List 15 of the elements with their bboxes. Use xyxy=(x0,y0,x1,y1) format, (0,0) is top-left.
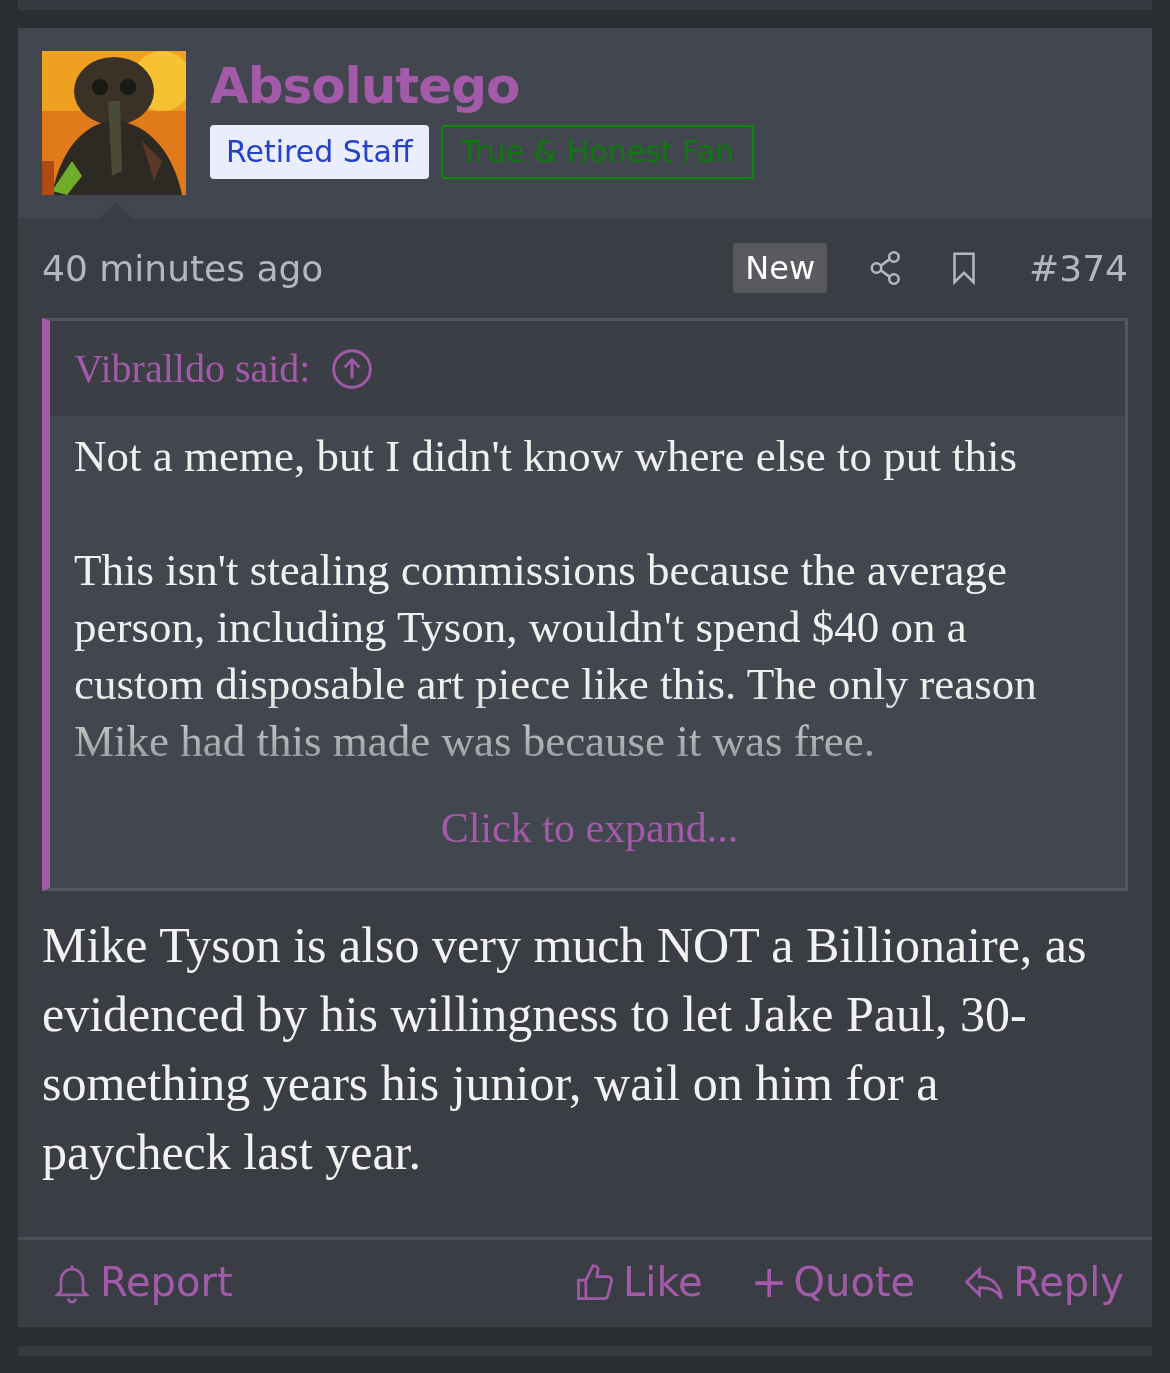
user-title-badge: Retired Staff xyxy=(210,125,429,179)
reply-button[interactable]: Reply xyxy=(963,1256,1124,1307)
like-button[interactable]: Like xyxy=(573,1256,703,1307)
expand-link[interactable]: Click to expand... xyxy=(440,799,739,857)
user-title-badge: True & Honest Fan xyxy=(440,125,755,179)
post-number[interactable]: #374 xyxy=(1029,247,1128,289)
post-text: Mike Tyson is also very much NOT a Billionaire, as evidenced by his willingness to let Jake Paul, 30-something years his junior, wail on him for a paycheck last year. xyxy=(42,916,1088,1182)
username[interactable]: Absolutego xyxy=(210,61,755,111)
quote-paragraph: This isn't stealing commissions because the average person, including Tyson, wouldn't spend $40 on a custom disposable art piece like this. The only reason Mike had this made was because it was free. xyxy=(74,544,1038,768)
post-time[interactable]: 40 minutes ago xyxy=(42,247,734,289)
report-button[interactable]: Report xyxy=(50,1256,233,1307)
quote-author[interactable]: Vibralldo said: xyxy=(74,345,311,392)
quote-button[interactable]: +Quote xyxy=(750,1256,916,1307)
new-badge: New xyxy=(733,243,828,293)
quote-paragraph: Not a meme, but I didn't know where else to put this xyxy=(74,430,1018,483)
